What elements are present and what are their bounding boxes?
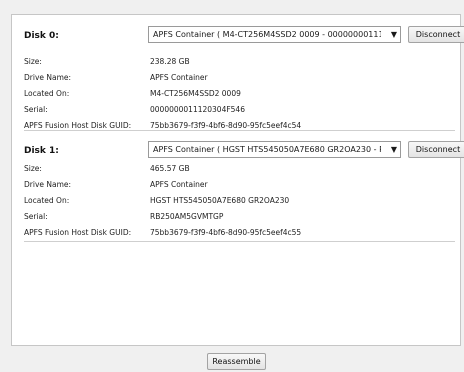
field-value: 0000000011120304F546: [150, 105, 245, 114]
disk-1-section: Disk 1: APFS Container ( HGST HTS545050A…: [24, 141, 464, 251]
disk-0-select-value: APFS Container ( M4-CT256M4SSD2 0009 - 0…: [153, 30, 381, 39]
field-value: 238.28 GB: [150, 57, 190, 66]
chevron-down-icon: ▼: [390, 145, 397, 154]
field-value: HGST HTS545050A7E680 GR2OA230: [150, 196, 290, 205]
field-label: Located On:: [24, 196, 70, 205]
disk-divider: [24, 130, 455, 131]
app-window: Disk 0: APFS Container ( M4-CT256M4SSD2 …: [0, 0, 464, 372]
field-value: APFS Container: [150, 180, 208, 189]
field-label: Size:: [24, 57, 42, 66]
disk-0-container-select[interactable]: APFS Container ( M4-CT256M4SSD2 0009 - 0…: [148, 26, 401, 43]
disk-divider: [24, 241, 455, 242]
field-label: APFS Fusion Host Disk GUID:: [24, 228, 132, 237]
disk-0-disconnect-button[interactable]: Disconnect: [408, 26, 464, 43]
field-value: M4-CT256M4SSD2 0009: [150, 89, 241, 98]
disk-1-select-value: APFS Container ( HGST HTS545050A7E680 GR…: [153, 145, 381, 154]
field-label: Serial:: [24, 212, 48, 221]
field-value: 75bb3679-f3f9-4bf6-8d90-95fc5eef4c55: [150, 228, 302, 237]
field-label: Drive Name:: [24, 73, 72, 82]
disk-0-section: Disk 0: APFS Container ( M4-CT256M4SSD2 …: [24, 26, 464, 136]
field-value: RB250AM5GVMTGP: [150, 212, 224, 221]
field-label: Located On:: [24, 89, 70, 98]
field-label: Serial:: [24, 105, 48, 114]
disk-1-title: Disk 1:: [24, 146, 59, 156]
disk-1-disconnect-button[interactable]: Disconnect: [408, 141, 464, 158]
reassemble-button[interactable]: Reassemble: [207, 353, 266, 370]
field-label: Size:: [24, 164, 42, 173]
disk-0-title: Disk 0:: [24, 31, 59, 41]
field-label: Drive Name:: [24, 180, 72, 189]
disk-list-panel: Disk 0: APFS Container ( M4-CT256M4SSD2 …: [11, 14, 464, 346]
field-value: APFS Container: [150, 73, 208, 82]
field-value: 465.57 GB: [150, 164, 190, 173]
chevron-down-icon: ▼: [390, 30, 397, 39]
disk-1-container-select[interactable]: APFS Container ( HGST HTS545050A7E680 GR…: [148, 141, 401, 158]
